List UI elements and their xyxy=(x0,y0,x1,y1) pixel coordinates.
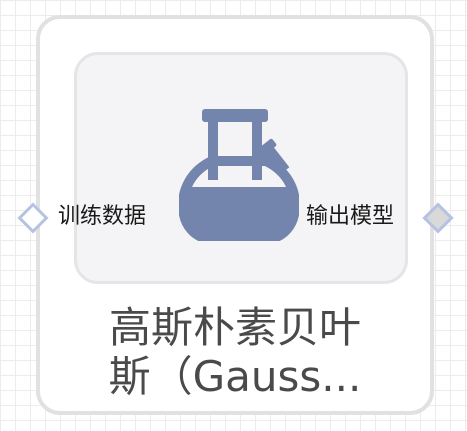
output-port-label: 输出模型 xyxy=(306,204,395,229)
flask-icon xyxy=(179,109,299,241)
input-port-label: 训练数据 xyxy=(58,204,147,229)
node-title-line-2: 斯（Gauss... xyxy=(108,352,362,401)
node-icon-box xyxy=(74,52,408,284)
node-title-line-1: 高斯朴素贝叶 xyxy=(108,303,361,352)
